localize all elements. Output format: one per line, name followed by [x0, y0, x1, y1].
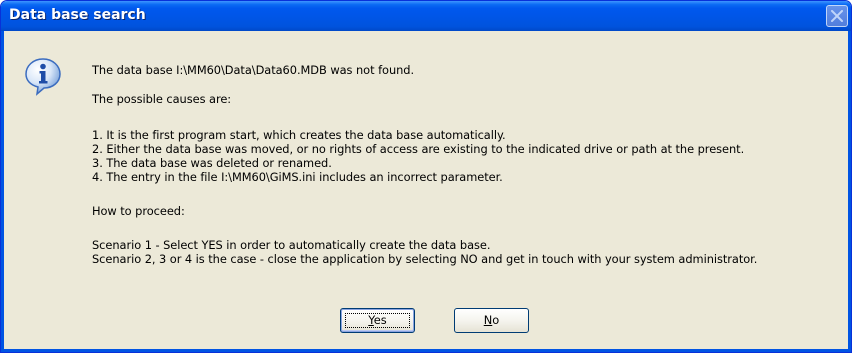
- message-line-cause-2: 2. Either the data base was moved, or no…: [92, 142, 745, 156]
- message-line-causes-heading: The possible causes are:: [92, 92, 232, 106]
- message-line-cause-1: 1. It is the first program start, which …: [92, 128, 506, 142]
- frame-left-border: [1, 31, 4, 352]
- yes-button[interactable]: Yes: [340, 308, 415, 333]
- message-line-scenario-2: Scenario 2, 3 or 4 is the case - close t…: [92, 252, 758, 266]
- dialog-window: Data base search The data base I:\MM60\D…: [0, 0, 852, 353]
- message-line-scenario-1: Scenario 1 - Select YES in order to auto…: [92, 238, 491, 252]
- frame-right-border: [848, 31, 851, 352]
- message-line-cause-3: 3. The data base was deleted or renamed.: [92, 156, 332, 170]
- yes-label: es: [373, 313, 387, 327]
- no-button[interactable]: No: [454, 308, 529, 333]
- close-button[interactable]: [826, 5, 848, 27]
- dialog-title: Data base search: [9, 7, 146, 23]
- close-icon: [831, 10, 843, 22]
- message-line-not-found: The data base I:\MM60\Data\Data60.MDB wa…: [92, 63, 415, 77]
- message-line-cause-4: 4. The entry in the file I:\MM60\GiMS.in…: [92, 170, 503, 184]
- info-icon: [25, 58, 61, 96]
- message-line-proceed-heading: How to proceed:: [92, 204, 185, 218]
- no-label: o: [492, 313, 500, 327]
- frame-bottom-border: [1, 349, 851, 352]
- no-accelerator: N: [483, 313, 493, 327]
- title-bar[interactable]: Data base search: [1, 1, 851, 31]
